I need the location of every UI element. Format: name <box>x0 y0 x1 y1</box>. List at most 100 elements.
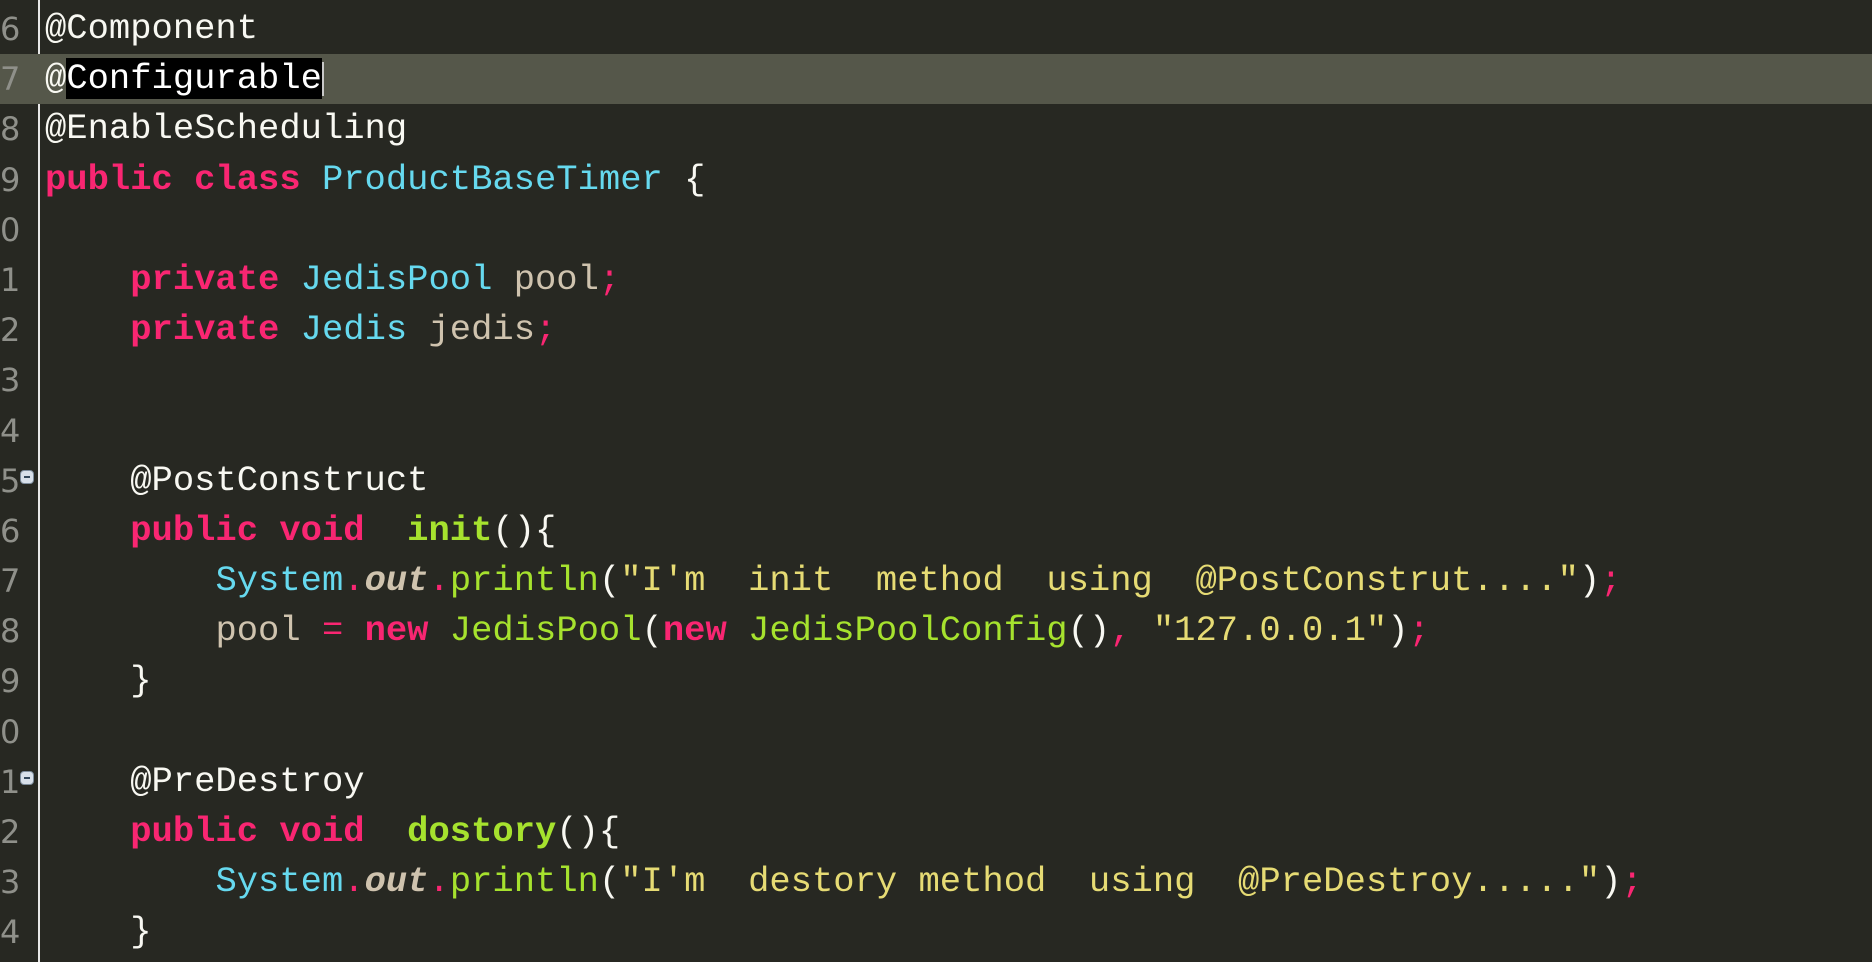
code-text: @Configurable <box>45 54 324 104</box>
code-token: public void <box>130 509 408 551</box>
line-number: 0 <box>0 210 21 249</box>
code-line[interactable]: 1 @PreDestroy <box>0 757 1872 807</box>
text-cursor <box>321 61 324 96</box>
code-token: { <box>662 158 706 200</box>
code-text: public void dostory(){ <box>45 807 620 857</box>
line-number: 8 <box>0 612 21 651</box>
code-line[interactable]: 3 System.out.println("I'm destory method… <box>0 857 1872 907</box>
code-token: ( <box>641 610 663 652</box>
code-token: "127.0.0.1" <box>1152 610 1388 652</box>
selected-text: Configurable <box>66 58 322 100</box>
code-line[interactable]: 8 @EnableScheduling <box>0 104 1872 154</box>
code-token: public class <box>45 158 322 200</box>
code-line[interactable]: 9 public class ProductBaseTimer { <box>0 155 1872 205</box>
code-text: public void init(){ <box>45 506 556 556</box>
code-line[interactable]: 2 public void dostory(){ <box>0 807 1872 857</box>
code-token: (){ <box>556 811 621 852</box>
code-token: ) <box>1578 560 1601 602</box>
line-number: 3 <box>0 863 21 902</box>
code-token: JedisPool <box>300 258 514 300</box>
line-number: 4 <box>0 913 21 952</box>
code-line[interactable]: 4 } <box>0 907 1872 957</box>
code-token: . <box>428 861 450 903</box>
code-token: new <box>364 610 450 652</box>
code-token: ( <box>598 861 621 903</box>
code-line[interactable]: 8 pool = new JedisPool(new JedisPoolConf… <box>0 606 1872 656</box>
line-number: 6 <box>0 511 21 550</box>
code-text: public class ProductBaseTimer { <box>45 155 705 205</box>
code-token: (){ <box>492 509 557 551</box>
code-token: , <box>1110 610 1153 652</box>
code-line[interactable]: 6 public void init(){ <box>0 506 1872 556</box>
code-token: @EnableScheduling <box>45 108 408 150</box>
code-token: . <box>343 560 365 602</box>
code-token: init <box>407 509 493 551</box>
code-token: ; <box>1408 610 1430 652</box>
code-editor[interactable]: 6 @Component 7 @Configurable 8 @EnableSchedul… <box>0 4 1872 958</box>
code-line[interactable]: 9 } <box>0 656 1872 706</box>
code-token: private <box>130 309 301 351</box>
code-text: } <box>45 907 152 957</box>
code-line[interactable]: 2 private Jedis jedis; <box>0 305 1872 355</box>
line-number: 0 <box>0 712 21 751</box>
code-text: private Jedis jedis; <box>45 305 556 355</box>
code-token: println <box>449 861 599 903</box>
code-line[interactable]: 7 @Configurable <box>0 54 1872 105</box>
code-token: out <box>364 560 429 602</box>
code-line[interactable]: 7 System.out.println("I'm init method us… <box>0 556 1872 606</box>
code-token: System <box>215 861 344 903</box>
fold-collapse-icon[interactable] <box>20 770 34 785</box>
code-token: . <box>343 861 365 903</box>
fold-collapse-icon[interactable] <box>20 469 34 484</box>
code-token: dostory <box>407 811 557 852</box>
code-token: ProductBaseTimer <box>321 158 663 200</box>
code-line[interactable]: 3 <box>0 355 1872 405</box>
code-token: } <box>45 660 152 702</box>
line-number: 1 <box>0 762 21 801</box>
code-token: pool <box>215 610 301 652</box>
code-token: out <box>364 861 429 903</box>
line-number: 4 <box>0 411 21 450</box>
code-token: @PreDestroy <box>45 760 365 802</box>
line-number: 5 <box>0 461 21 500</box>
line-number: 8 <box>0 110 21 149</box>
code-token: = <box>300 610 365 652</box>
code-text: pool = new JedisPool(new JedisPoolConfig… <box>45 606 1430 656</box>
code-token: ; <box>535 309 557 351</box>
line-number: 6 <box>0 10 21 48</box>
code-line[interactable]: 6 @Component <box>0 4 1872 54</box>
code-token: "I'm init method using @PostConstrut....… <box>620 560 1579 602</box>
code-text: @EnableScheduling <box>45 104 407 154</box>
code-token: ; <box>598 258 621 300</box>
code-token: () <box>1067 610 1111 652</box>
code-line[interactable]: 4 <box>0 406 1872 456</box>
code-token: ; <box>1600 560 1622 602</box>
code-token: @Component <box>45 8 259 49</box>
line-number: 9 <box>0 160 21 199</box>
code-token: ) <box>1387 610 1409 652</box>
code-token: public void <box>130 811 408 852</box>
code-token: "I'm destory method using @PreDestroy...… <box>620 861 1601 903</box>
line-number: 3 <box>0 361 21 400</box>
code-token: JedisPool <box>449 610 642 652</box>
code-token: jedis <box>428 309 536 351</box>
code-token: @PostConstruct <box>45 459 429 501</box>
code-line[interactable]: 0 <box>0 205 1872 255</box>
code-token: new <box>662 610 749 652</box>
line-number: 2 <box>0 311 21 350</box>
code-text: System.out.println("I'm init method usin… <box>45 556 1622 606</box>
code-token: . <box>428 560 450 602</box>
code-line[interactable]: 0 <box>0 707 1872 757</box>
code-token: ; <box>1621 861 1643 903</box>
code-token: println <box>449 560 599 602</box>
code-token: @ <box>45 58 67 100</box>
code-token: JedisPoolConfig <box>748 610 1068 652</box>
code-token: } <box>45 911 152 953</box>
code-line[interactable]: 5 @PostConstruct <box>0 456 1872 506</box>
code-token: Jedis <box>300 309 429 351</box>
code-line[interactable]: 1 private JedisPool pool; <box>0 255 1872 305</box>
